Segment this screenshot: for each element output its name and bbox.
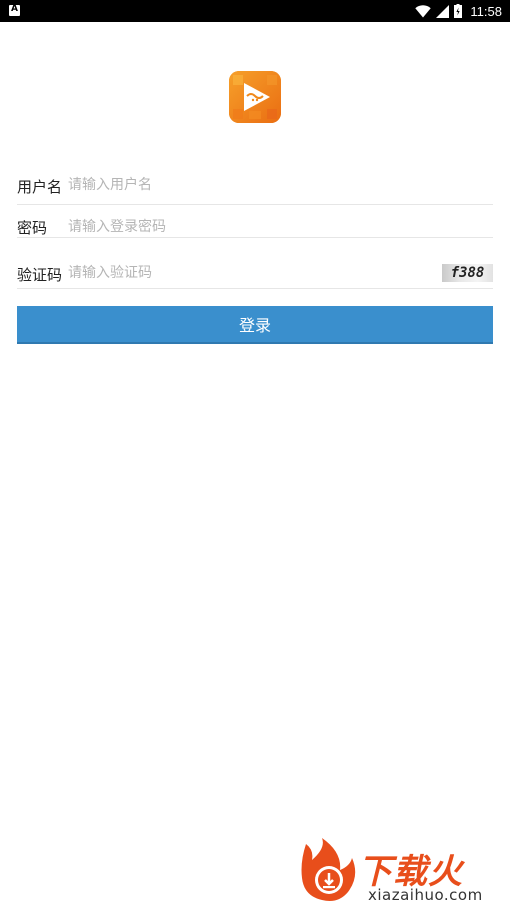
app-logo bbox=[229, 71, 281, 123]
watermark: 下载火 xiazaihuo.com bbox=[300, 838, 506, 904]
cell-signal-icon bbox=[436, 4, 450, 18]
login-button[interactable]: 登录 bbox=[17, 306, 493, 344]
captcha-image[interactable]: f388 bbox=[442, 264, 493, 282]
notification-a-icon bbox=[9, 4, 20, 16]
username-label: 用户名 bbox=[17, 178, 63, 196]
status-indicators: 11:58 bbox=[415, 0, 502, 22]
password-label: 密码 bbox=[17, 219, 48, 237]
status-time: 11:58 bbox=[470, 3, 502, 19]
username-input[interactable] bbox=[68, 174, 438, 196]
captcha-row: 验证码 f388 bbox=[17, 249, 493, 289]
login-screen: 11:58 用户名 bbox=[0, 0, 510, 906]
wifi-icon bbox=[415, 4, 432, 18]
password-input[interactable] bbox=[68, 216, 438, 238]
watermark-url: xiazaihuo.com bbox=[368, 886, 483, 904]
password-row: 密码 bbox=[17, 198, 493, 238]
flame-logo-icon bbox=[301, 838, 356, 901]
battery-charging-icon bbox=[454, 4, 463, 18]
captcha-label: 验证码 bbox=[17, 266, 63, 284]
captcha-input[interactable] bbox=[68, 262, 383, 284]
status-bar: 11:58 bbox=[0, 0, 510, 22]
